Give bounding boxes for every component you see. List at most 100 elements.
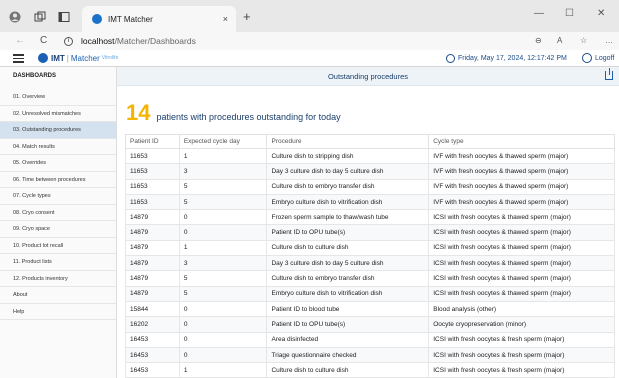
table-cell: Blood analysis (other) bbox=[428, 300, 615, 318]
sidebar-item[interactable]: 08. Cryo consent bbox=[0, 205, 116, 221]
table-cell: Culture dish to culture dish bbox=[266, 239, 430, 257]
window-close-icon[interactable]: ✕ bbox=[597, 8, 605, 19]
table-row[interactable]: 14879 3 Day 3 culture dish to day 5 cultur… bbox=[125, 255, 615, 272]
app-header: IMT | Matcher Vitrolife Friday, May 17, … bbox=[0, 50, 619, 67]
sidebar-item[interactable]: 01. Overview bbox=[0, 89, 116, 106]
logoff-button[interactable]: Logoff bbox=[582, 53, 614, 63]
column-header[interactable]: Expected cycle day bbox=[178, 134, 268, 149]
site-info-icon[interactable]: i bbox=[64, 36, 73, 46]
table-row[interactable]: 14879 0 Patient ID to OPU tube(s) ICSI with… bbox=[125, 224, 615, 241]
table-cell: 0 bbox=[178, 316, 268, 333]
table-cell: ICSI with fresh oocytes & fresh sperm (m… bbox=[428, 346, 615, 364]
sidebar-item[interactable]: 03. Outstanding procedures bbox=[0, 122, 116, 139]
column-header[interactable]: Patient ID bbox=[125, 134, 180, 149]
panel-title: Outstanding procedures bbox=[327, 72, 409, 81]
zoom-icon[interactable]: ⊖ bbox=[535, 36, 542, 45]
table-cell: Culture dish to embryo transfer dish bbox=[266, 178, 430, 195]
sidebar-item[interactable]: 02. Unresolved mismatches bbox=[0, 106, 116, 122]
table-row[interactable]: 14879 1 Culture dish to culture dish ICSI w… bbox=[125, 239, 615, 257]
table-cell: Oocyte cryopreservation (minor) bbox=[428, 316, 615, 333]
table-cell: 5 bbox=[178, 193, 268, 211]
logo-separator: | bbox=[66, 53, 69, 63]
sidebar-item[interactable]: About bbox=[0, 287, 116, 304]
table-cell: 16453 bbox=[125, 346, 180, 364]
table-row[interactable]: 14879 5 Embryo culture dish to vitrificati… bbox=[125, 285, 615, 302]
logo-imt: IMT bbox=[51, 53, 65, 63]
menu-icon[interactable] bbox=[13, 54, 24, 63]
table-cell: 1 bbox=[178, 239, 268, 257]
table-cell: 11653 bbox=[125, 163, 180, 180]
table-row[interactable]: 11653 5 Embryo culture dish to vitrificati… bbox=[125, 193, 615, 211]
more-icon[interactable]: … bbox=[605, 36, 613, 45]
table-row[interactable]: 11653 1 Culture dish to stripping dish IVF … bbox=[125, 147, 615, 165]
logo-brand: Vitrolife bbox=[101, 55, 119, 61]
table-cell: ICSI with fresh oocytes & thawed sperm (… bbox=[428, 239, 615, 257]
minimize-icon[interactable]: — bbox=[534, 8, 544, 19]
table-cell: Frozen sperm sample to thaw/wash tube bbox=[266, 209, 430, 226]
sidebar-item[interactable]: 05. Overrides bbox=[0, 155, 116, 172]
sidebar-item[interactable]: 04. Match results bbox=[0, 139, 116, 155]
main-content: Outstanding procedures 14 patients with … bbox=[117, 67, 619, 378]
browser-tab[interactable]: IMT Matcher × bbox=[82, 6, 236, 32]
table-cell: 3 bbox=[178, 163, 268, 180]
table-cell: 0 bbox=[178, 300, 268, 318]
workspaces-icon[interactable] bbox=[33, 10, 47, 24]
table-cell: 11653 bbox=[125, 178, 180, 195]
procedures-table: Patient ID Expected cycle day Procedure Cyc… bbox=[125, 134, 615, 378]
table-cell: 1 bbox=[178, 362, 268, 378]
table-cell: ICSI with fresh oocytes & fresh sperm (m… bbox=[428, 331, 615, 348]
sidebar-item[interactable]: 12. Products inventory bbox=[0, 271, 116, 287]
export-icon[interactable] bbox=[605, 68, 613, 80]
sidebar-item[interactable]: 06. Time between procedures bbox=[0, 172, 116, 188]
current-datetime: Friday, May 17, 2024, 12:17:42 PM bbox=[446, 54, 567, 63]
sidebar-item[interactable]: Help bbox=[0, 304, 116, 320]
column-header[interactable]: Procedure bbox=[266, 134, 430, 149]
table-cell: IVF with fresh oocytes & thawed sperm (m… bbox=[428, 178, 615, 195]
url-field[interactable]: i localhost /Matcher/Dashboards bbox=[64, 34, 524, 48]
sidebar-item[interactable]: 11. Product lists bbox=[0, 254, 116, 271]
tab-title: IMT Matcher bbox=[108, 14, 153, 24]
table-row[interactable]: 16453 0 Triage questionnaire checked ICSI w… bbox=[125, 346, 615, 364]
sidebar-item[interactable]: 09. Cryo space bbox=[0, 221, 116, 238]
sidebar-item[interactable]: 10. Product lot recall bbox=[0, 238, 116, 254]
table-header-row: Patient ID Expected cycle day Procedure Cyc… bbox=[125, 134, 615, 149]
address-bar: ← C i localhost /Matcher/Dashboards ⊖ A … bbox=[0, 32, 619, 50]
reload-icon[interactable]: C bbox=[40, 35, 47, 46]
table-row[interactable]: 14879 0 Frozen sperm sample to thaw/wash t… bbox=[125, 209, 615, 226]
table-cell: IVF with fresh oocytes & thawed sperm (m… bbox=[428, 147, 615, 165]
table-cell: Culture dish to stripping dish bbox=[266, 147, 430, 165]
table-row[interactable]: 16202 0 Patient ID to OPU tube(s) Oocyte cr… bbox=[125, 316, 615, 333]
table-cell: 14879 bbox=[125, 270, 180, 287]
outstanding-count: 14 bbox=[126, 100, 151, 125]
table-cell: 1 bbox=[178, 147, 268, 165]
column-header[interactable]: Cycle type bbox=[428, 134, 615, 149]
table-cell: 0 bbox=[178, 346, 268, 364]
table-row[interactable]: 14879 5 Culture dish to embryo transfer di… bbox=[125, 270, 615, 287]
table-row[interactable]: 11653 3 Day 3 culture dish to day 5 cultur… bbox=[125, 163, 615, 180]
maximize-icon[interactable]: ☐ bbox=[565, 8, 574, 19]
logoff-label: Logoff bbox=[595, 54, 615, 62]
tab-close-icon[interactable]: × bbox=[223, 14, 228, 24]
table-row[interactable]: 11653 5 Culture dish to embryo transfer di… bbox=[125, 178, 615, 195]
table-row[interactable]: 16453 1 Culture dish to culture dish ICSI w… bbox=[125, 362, 615, 378]
table-row[interactable]: 15844 0 Patient ID to blood tube Blood anal… bbox=[125, 300, 615, 318]
power-icon bbox=[582, 53, 592, 63]
table-cell: Patient ID to OPU tube(s) bbox=[266, 316, 430, 333]
profile-icon[interactable] bbox=[8, 10, 22, 24]
back-icon[interactable]: ← bbox=[15, 35, 25, 46]
table-cell: Area disinfected bbox=[266, 331, 430, 348]
table-cell: 14879 bbox=[125, 239, 180, 257]
favorites-icon[interactable]: ☆ bbox=[580, 36, 587, 45]
new-tab-button[interactable]: + bbox=[243, 9, 251, 24]
read-aloud-icon[interactable]: A bbox=[557, 36, 562, 45]
tab-actions-icon[interactable] bbox=[57, 10, 71, 24]
table-cell: IVF with fresh oocytes & thawed sperm (m… bbox=[428, 163, 615, 180]
table-row[interactable]: 16453 0 Area disinfected ICSI with fresh oo… bbox=[125, 331, 615, 348]
url-path: /Matcher/Dashboards bbox=[114, 36, 196, 46]
table-cell: Culture dish to embryo transfer dish bbox=[266, 270, 430, 287]
table-cell: ICSI with fresh oocytes & thawed sperm (… bbox=[428, 270, 615, 287]
table-cell: Patient ID to blood tube bbox=[266, 300, 430, 318]
sidebar-item[interactable]: 07. Cycle types bbox=[0, 188, 116, 205]
table-cell: Embryo culture dish to vitrification dis… bbox=[266, 285, 430, 302]
table-cell: ICSI with fresh oocytes & thawed sperm (… bbox=[428, 209, 615, 226]
